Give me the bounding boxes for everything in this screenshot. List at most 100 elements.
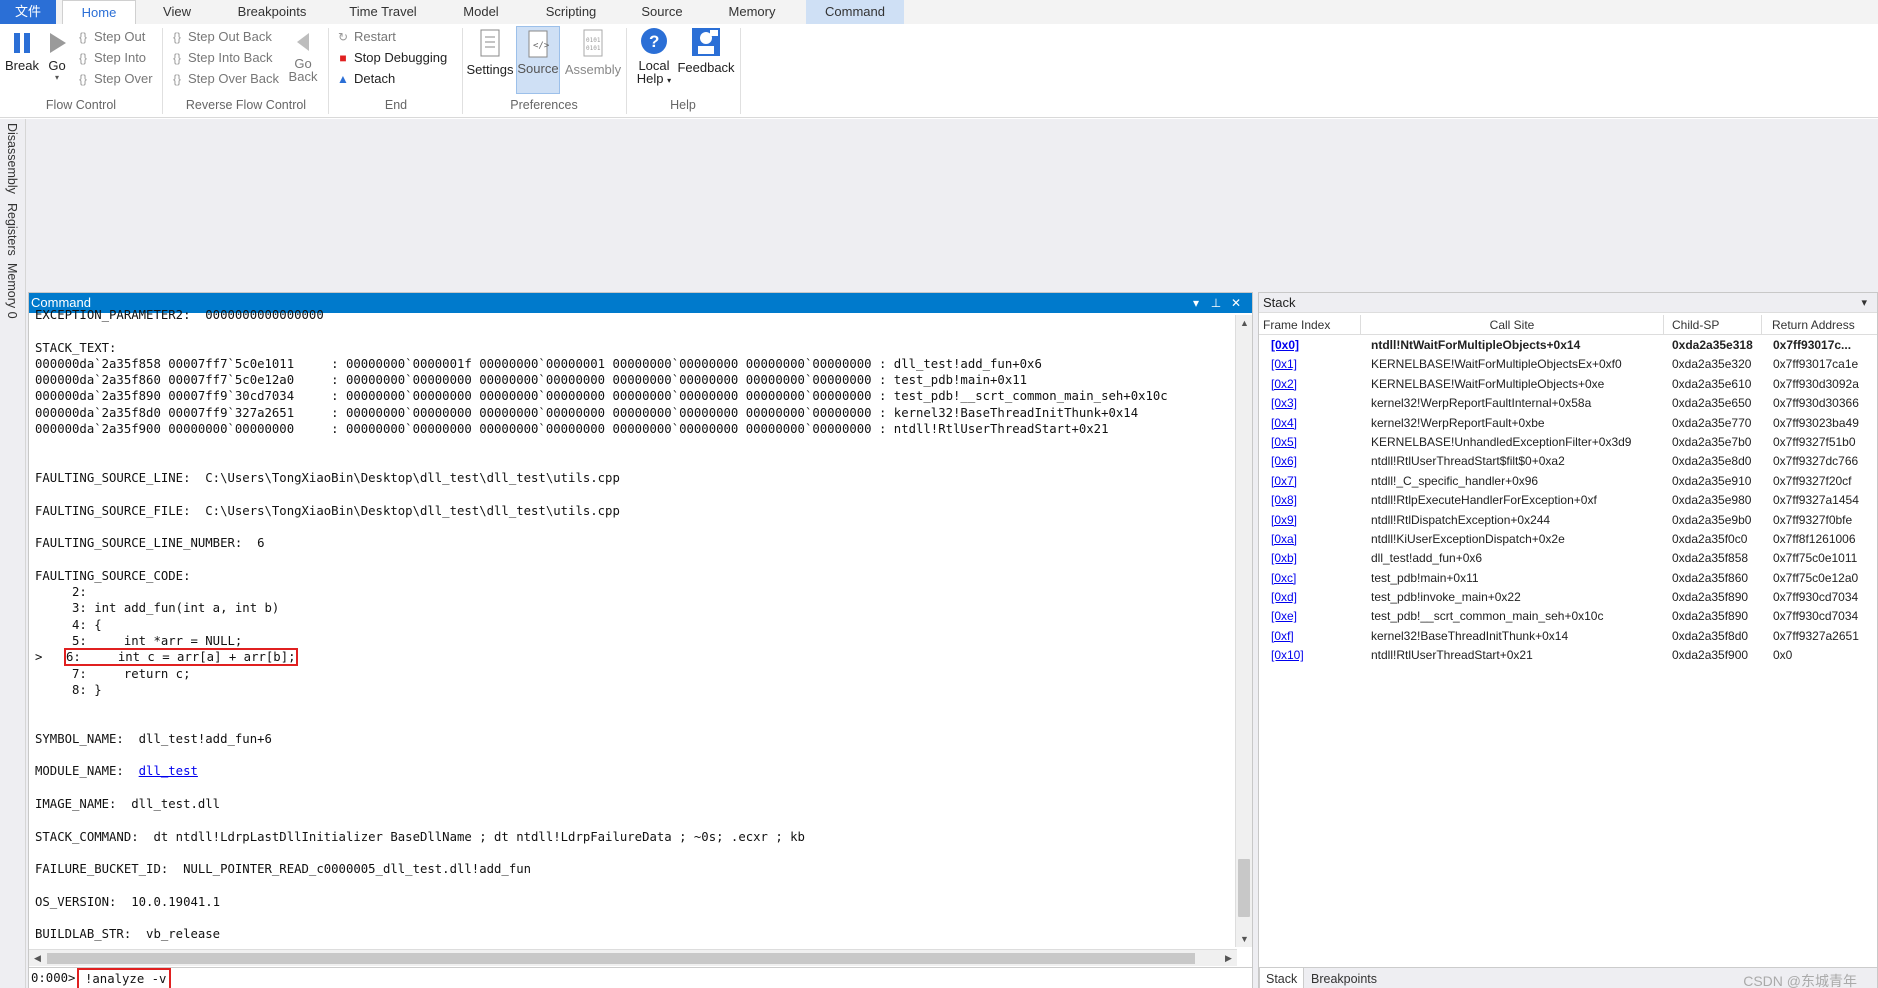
output-line: 2: xyxy=(35,585,95,600)
stack-row[interactable]: [0x10] ntdll!RtlUserThreadStart+0x21 0xda2… xyxy=(1259,646,1877,665)
step-into-button[interactable]: {} Step Into xyxy=(76,48,146,68)
frame-index-link[interactable]: [0x3] xyxy=(1271,394,1341,413)
svg-text:0101: 0101 xyxy=(586,37,601,44)
tab-time-travel[interactable]: Time Travel xyxy=(340,0,426,24)
stack-row[interactable]: [0x1] KERNELBASE!WaitForMultipleObjectsEx… xyxy=(1259,355,1877,374)
frame-index-link[interactable]: [0x7] xyxy=(1271,472,1341,491)
frame-index-link[interactable]: [0xc] xyxy=(1271,569,1341,588)
stack-row[interactable]: [0x3] kernel32!WerpReportFaultInternal+0x… xyxy=(1259,394,1877,413)
go-back-button[interactable]: Go Back xyxy=(288,30,318,84)
group-divider xyxy=(740,28,741,114)
tab-breakpoints[interactable]: Breakpoints xyxy=(226,0,318,24)
step-over-label: Step Over xyxy=(94,71,153,86)
return-address: 0x7ff8f1261006 xyxy=(1773,531,1856,546)
step-over-back-button[interactable]: {} Step Over Back xyxy=(170,69,279,89)
call-site: ntdll!RtlpExecuteHandlerForException+0xf xyxy=(1371,493,1597,508)
command-input[interactable] xyxy=(81,969,1246,988)
tab-memory[interactable]: Memory xyxy=(714,0,790,24)
scroll-thumb[interactable] xyxy=(1238,859,1250,917)
frame-index-link[interactable]: [0xd] xyxy=(1271,588,1341,607)
frame-index-link[interactable]: [0x9] xyxy=(1271,511,1341,530)
tab-stack[interactable]: Stack xyxy=(1259,968,1305,988)
scroll-left-icon[interactable]: ◀ xyxy=(29,950,46,966)
col-call-site[interactable]: Call Site xyxy=(1361,315,1664,335)
stack-row[interactable]: [0xf] kernel32!BaseThreadInitThunk+0x14 0x… xyxy=(1259,627,1877,646)
stack-row[interactable]: [0x5] KERNELBASE!UnhandledExceptionFilter… xyxy=(1259,433,1877,452)
tab-view[interactable]: View xyxy=(150,0,204,24)
frame-index-link[interactable]: [0x4] xyxy=(1271,414,1341,433)
restart-button[interactable]: ↻ Restart xyxy=(336,27,396,47)
dropdown-icon[interactable]: ▾ xyxy=(1861,293,1867,313)
step-over-button[interactable]: {} Step Over xyxy=(76,69,153,89)
tab-file[interactable]: 文件 xyxy=(0,0,56,24)
step-out-back-button[interactable]: {} Step Out Back xyxy=(170,27,272,47)
output-line: IMAGE_NAME: dll_test.dll xyxy=(35,796,221,811)
frame-index-link[interactable]: [0xe] xyxy=(1271,607,1341,626)
stop-debugging-button[interactable]: ■ Stop Debugging xyxy=(336,48,447,68)
tab-registers[interactable]: Registers xyxy=(5,203,19,256)
tab-source[interactable]: Source xyxy=(628,0,696,24)
settings-button[interactable]: Settings xyxy=(466,28,514,77)
frame-index-link[interactable]: [0x8] xyxy=(1271,491,1341,510)
tab-model[interactable]: Model xyxy=(450,0,512,24)
command-output[interactable]: EXCEPTION_PARAMETER2: 0000000000000000 ST… xyxy=(29,307,1235,941)
output-line: 4: { xyxy=(35,617,102,632)
stack-row[interactable]: [0x6] ntdll!RtlUserThreadStart$filt$0+0xa… xyxy=(1259,452,1877,471)
step-into-back-label: Step Into Back xyxy=(188,50,273,65)
tab-scripting[interactable]: Scripting xyxy=(532,0,610,24)
tab-command[interactable]: Command xyxy=(806,0,904,24)
stack-row[interactable]: [0x2] KERNELBASE!WaitForMultipleObjects+0… xyxy=(1259,375,1877,394)
frame-index-link[interactable]: [0x6] xyxy=(1271,452,1341,471)
output-line: 000000da`2a35f8d0 00007ff9`327a2651 : 00… xyxy=(35,405,1139,420)
stack-row[interactable]: [0x8] ntdll!RtlpExecuteHandlerForExceptio… xyxy=(1259,491,1877,510)
module-name-line: MODULE_NAME: dll_test xyxy=(35,763,1235,779)
vertical-scrollbar[interactable]: ▲ ▼ xyxy=(1235,315,1252,947)
stop-icon: ■ xyxy=(339,51,347,65)
local-help-button[interactable]: ? Local Help ▾ xyxy=(634,26,674,86)
tab-breakpoints-pane[interactable]: Breakpoints xyxy=(1305,968,1383,988)
source-mode-button[interactable]: </> Source xyxy=(516,26,560,94)
go-button[interactable]: Go ▾ xyxy=(44,30,70,82)
stack-row[interactable]: [0x4] kernel32!WerpReportFault+0xbe 0xda2a… xyxy=(1259,414,1877,433)
go-back-icon xyxy=(297,33,309,51)
frame-index-link[interactable]: [0x10] xyxy=(1271,646,1341,665)
feedback-label: Feedback xyxy=(677,60,735,75)
tab-memory0[interactable]: Memory 0 xyxy=(5,263,19,319)
stack-row[interactable]: [0x7] ntdll!_C_specific_handler+0x96 0xda2… xyxy=(1259,472,1877,491)
frame-index-link[interactable]: [0x1] xyxy=(1271,355,1341,374)
stack-row[interactable]: [0xa] ntdll!KiUserExceptionDispatch+0x2e 0… xyxy=(1259,530,1877,549)
col-frame-index[interactable]: Frame Index xyxy=(1259,315,1361,335)
frame-index-link[interactable]: [0x0] xyxy=(1271,336,1341,355)
col-return-address[interactable]: Return Address xyxy=(1762,315,1878,335)
frame-index-link[interactable]: [0xf] xyxy=(1271,627,1341,646)
scroll-right-icon[interactable]: ▶ xyxy=(1220,950,1237,966)
return-address: 0x7ff93023ba49 xyxy=(1773,415,1859,430)
horizontal-scrollbar[interactable]: ◀ ▶ xyxy=(29,949,1237,966)
child-sp: 0xda2a35f0c0 xyxy=(1672,531,1748,546)
stack-row[interactable]: [0xe] test_pdb!__scrt_common_main_seh+0x1… xyxy=(1259,607,1877,626)
stack-row[interactable]: [0xc] test_pdb!main+0x11 0xda2a35f860 0x7ff… xyxy=(1259,569,1877,588)
step-into-back-button[interactable]: {} Step Into Back xyxy=(170,48,273,68)
detach-button[interactable]: ▲ Detach xyxy=(336,69,395,89)
scroll-up-icon[interactable]: ▲ xyxy=(1236,315,1253,331)
tab-home[interactable]: Home xyxy=(62,0,136,24)
module-link[interactable]: dll_test xyxy=(139,764,198,778)
tab-disassembly[interactable]: Disassembly xyxy=(5,123,19,194)
frame-index-link[interactable]: [0x2] xyxy=(1271,375,1341,394)
left-dock-tabs: Disassembly Registers Memory 0 xyxy=(0,119,26,988)
break-button[interactable]: Break xyxy=(4,30,40,73)
current-line-marker: > xyxy=(35,650,43,665)
frame-index-link[interactable]: [0x5] xyxy=(1271,433,1341,452)
stack-row[interactable]: [0xb] dll_test!add_fun+0x6 0xda2a35f858 0x7… xyxy=(1259,549,1877,568)
stack-row[interactable]: [0x0] ntdll!NtWaitForMultipleObjects+0x14… xyxy=(1259,336,1877,355)
scroll-down-icon[interactable]: ▼ xyxy=(1236,931,1253,947)
assembly-mode-button[interactable]: 0101 0101 Assembly xyxy=(564,28,622,77)
feedback-button[interactable]: Feedback xyxy=(676,26,736,75)
stack-row[interactable]: [0xd] test_pdb!invoke_main+0x22 0xda2a35f8… xyxy=(1259,588,1877,607)
frame-index-link[interactable]: [0xb] xyxy=(1271,549,1341,568)
frame-index-link[interactable]: [0xa] xyxy=(1271,530,1341,549)
step-out-button[interactable]: {} Step Out xyxy=(76,27,145,47)
col-child-sp[interactable]: Child-SP xyxy=(1664,315,1762,335)
scroll-thumb-horizontal[interactable] xyxy=(47,953,1195,964)
stack-row[interactable]: [0x9] ntdll!RtlDispatchException+0x244 0xd… xyxy=(1259,511,1877,530)
